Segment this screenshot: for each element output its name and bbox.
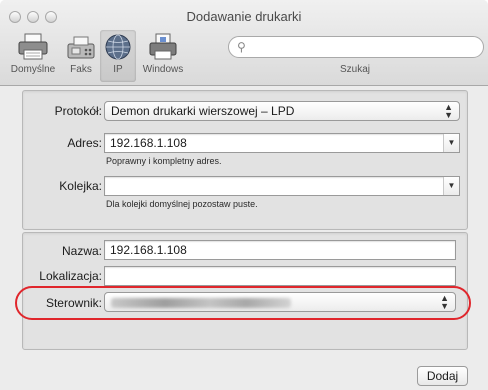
queue-combo[interactable]: ▼	[104, 176, 460, 196]
fax-icon	[64, 32, 98, 62]
toolbar-windows-button[interactable]: Windows	[139, 32, 187, 75]
chevron-down-icon[interactable]: ▼	[443, 177, 459, 195]
window-title: Dodawanie drukarki	[186, 9, 302, 24]
driver-highlight-annotation	[15, 286, 471, 320]
printer-icon	[16, 32, 50, 62]
toolbar-fax-button[interactable]: Faks	[64, 32, 98, 75]
chevron-down-icon[interactable]: ▼	[443, 134, 459, 152]
toolbar-ip-button[interactable]: IP	[100, 30, 136, 82]
windows-printer-icon	[146, 32, 180, 62]
search-label: Szukaj	[340, 64, 371, 75]
protocol-label: Protokół:	[54, 104, 102, 118]
up-down-arrows-icon: ▲ ▼	[444, 102, 453, 120]
name-field[interactable]: 192.168.1.108	[104, 240, 456, 260]
address-hint: Poprawny i kompletny adres.	[106, 156, 222, 166]
queue-hint: Dla kolejki domyślnej pozostaw puste.	[106, 199, 258, 209]
toolbar-default-button[interactable]: Domyślne	[4, 32, 62, 75]
globe-icon	[101, 32, 135, 62]
address-combo[interactable]: 192.168.1.108 ▼	[104, 133, 460, 153]
address-label: Adres:	[67, 136, 102, 150]
add-button[interactable]: Dodaj	[417, 366, 468, 386]
name-label: Nazwa:	[61, 244, 102, 258]
search-icon: ⚲	[237, 40, 246, 54]
titlebar: Dodawanie drukarki Domyślne Faks IP Wind…	[0, 0, 488, 86]
location-field[interactable]	[104, 266, 456, 286]
protocol-popup[interactable]: Demon drukarki wierszowej – LPD ▲ ▼	[104, 101, 460, 121]
add-printer-window: Dodawanie drukarki Domyślne Faks IP Wind…	[0, 0, 488, 390]
queue-label: Kolejka:	[59, 179, 102, 193]
search-field[interactable]: ⚲	[228, 36, 484, 58]
location-label: Lokalizacja:	[39, 269, 102, 283]
